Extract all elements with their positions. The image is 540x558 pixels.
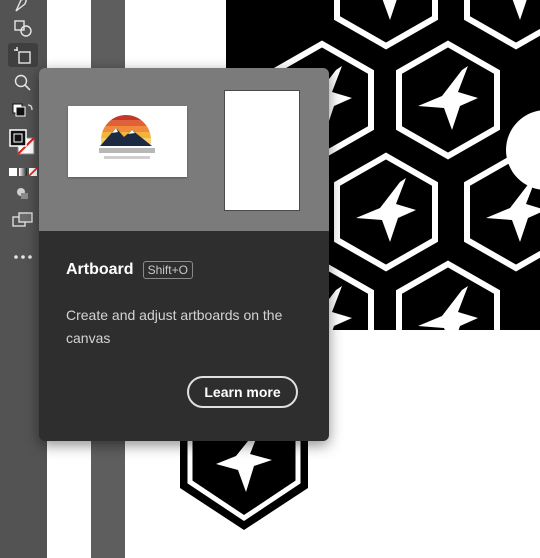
learn-more-button[interactable]: Learn more: [187, 376, 298, 408]
fill-stroke-icon[interactable]: [8, 128, 38, 158]
tooltip-title: Artboard: [66, 261, 134, 278]
more-tools-icon[interactable]: [8, 245, 38, 269]
fill-stroke-swap-icon[interactable]: [8, 99, 38, 123]
hexagon-bird-tile: [180, 430, 308, 530]
draw-mode-icon[interactable]: [8, 181, 38, 205]
preview-logo-artboard: [68, 106, 187, 177]
pen-tool-icon[interactable]: [8, 0, 38, 16]
preview-blank-artboard: [224, 90, 300, 211]
tooltip-description: Create and adjust artboards on the canva…: [66, 307, 283, 346]
artboard-tooltip: Artboard Shift+O Create and adjust artbo…: [39, 68, 329, 441]
mountain-logo-icon: [99, 115, 155, 159]
artboard-tool-icon[interactable]: [8, 43, 38, 67]
zoom-tool-icon[interactable]: [8, 71, 38, 95]
screen-mode-icon[interactable]: [8, 208, 38, 232]
shape-builder-icon[interactable]: [8, 16, 38, 40]
shortcut-badge: Shift+O: [142, 261, 193, 279]
tooltip-preview: [39, 68, 329, 231]
